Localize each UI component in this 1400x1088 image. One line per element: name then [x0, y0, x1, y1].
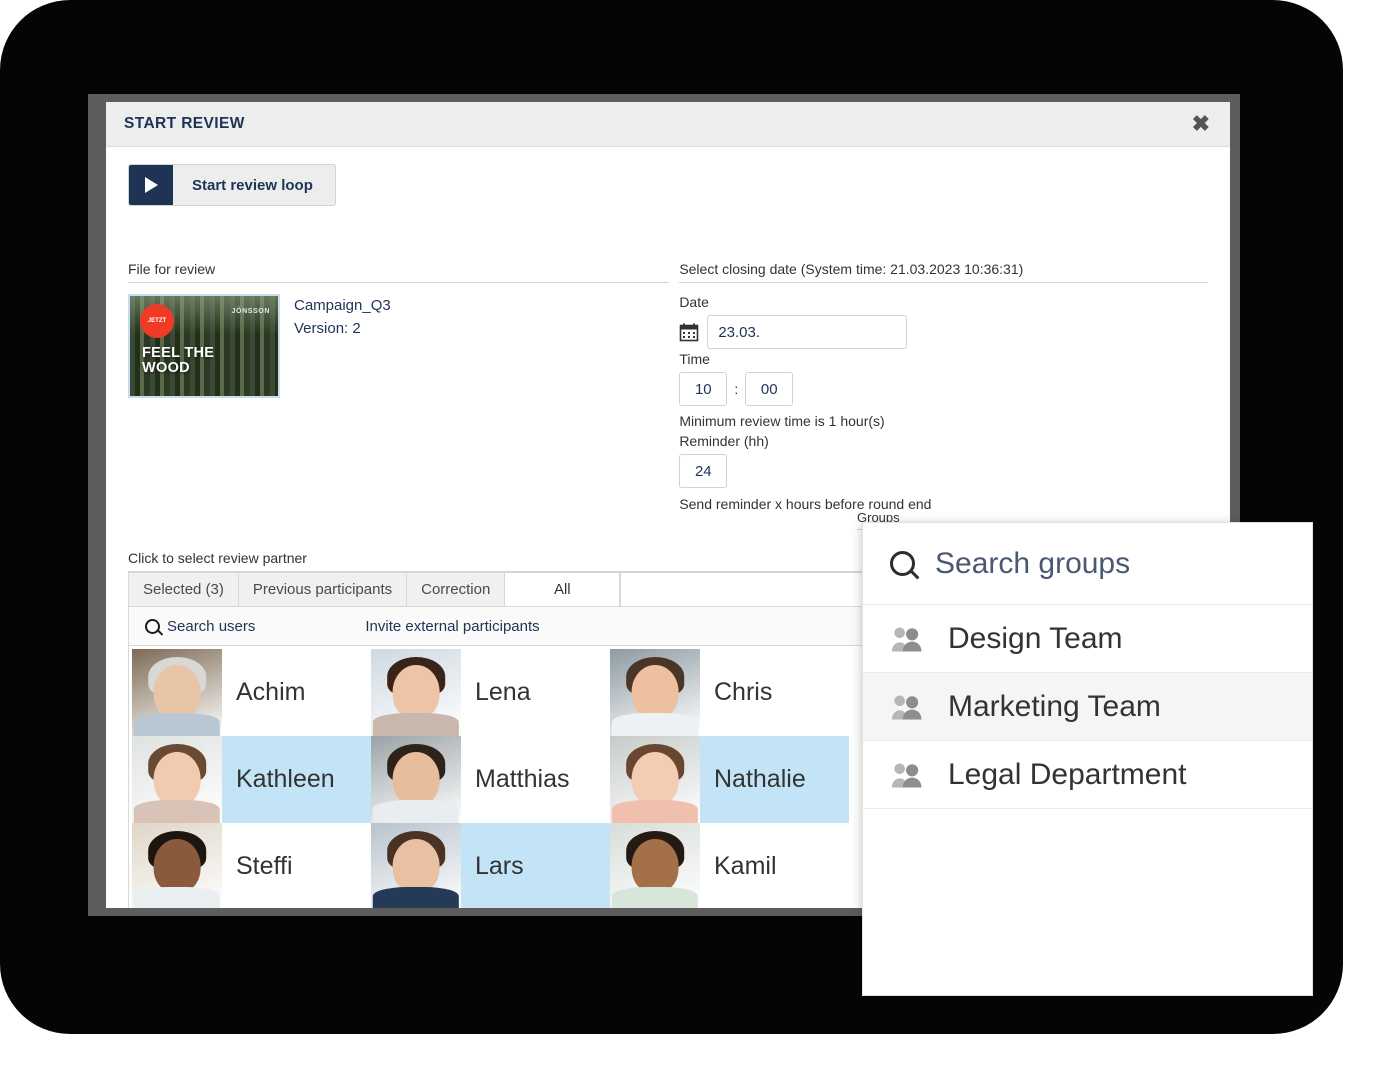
user-name: Steffi: [236, 852, 293, 880]
file-section-heading: File for review: [128, 261, 670, 283]
user-name: Lars: [461, 823, 610, 908]
search-users-button[interactable]: Search users: [129, 618, 255, 635]
thumbnail-headline-line2: WOOD: [142, 359, 190, 376]
avatar: [371, 649, 461, 736]
invite-external-label: Invite external participants: [365, 617, 540, 635]
closing-date-heading: Select closing date (System time: 21.03.…: [679, 261, 1208, 283]
start-review-loop-label: Start review loop: [192, 176, 313, 194]
avatar: [371, 823, 461, 908]
reminder-input[interactable]: [679, 454, 728, 488]
file-name: Campaign_Q3: [294, 297, 391, 314]
file-version: Version: 2: [294, 320, 361, 337]
file-for-review-section: File for review JETZT JÖNSSON FEEL THE W…: [128, 261, 670, 516]
group-icon: [890, 625, 928, 653]
tab-selected[interactable]: Selected (3): [129, 573, 239, 606]
file-thumbnail[interactable]: JETZT JÖNSSON FEEL THE WOOD: [128, 294, 280, 398]
search-icon: [145, 618, 160, 634]
user-name: Lena: [475, 678, 531, 706]
minimum-review-note: Minimum review time is 1 hour(s): [679, 413, 885, 429]
group-label: Marketing Team: [948, 689, 1161, 723]
user-name: Nathalie: [700, 736, 849, 823]
user-grid: Achim Lena Chris Kathleen Matthias Natha…: [132, 649, 849, 908]
closing-date-section: Select closing date (System time: 21.03.…: [679, 261, 1208, 516]
tab-previous-participants[interactable]: Previous participants: [238, 573, 408, 606]
time-label: Time: [679, 351, 710, 367]
avatar: [610, 649, 700, 736]
user-name: Chris: [714, 678, 773, 706]
user-name: Kathleen: [222, 736, 371, 823]
groups-dropdown-panel: Search groups Design Team Marketing Team…: [862, 522, 1313, 996]
calendar-icon[interactable]: [679, 322, 699, 342]
thumbnail-headline: FEEL THE WOOD: [142, 344, 215, 376]
user-name: Achim: [236, 678, 306, 706]
avatar: [132, 736, 222, 823]
user-cell[interactable]: Matthias: [371, 736, 610, 823]
user-name: Matthias: [475, 765, 570, 793]
user-cell[interactable]: Chris: [610, 649, 849, 736]
play-icon: [129, 165, 173, 205]
groups-search-placeholder: Search groups: [935, 546, 1131, 580]
group-icon: [890, 761, 928, 789]
group-icon: [890, 693, 928, 721]
avatar: [610, 736, 700, 823]
tab-correction[interactable]: Correction: [407, 573, 506, 606]
time-hours-input[interactable]: [679, 372, 728, 406]
avatar: [132, 649, 222, 736]
date-label: Date: [679, 294, 709, 310]
page-root: START REVIEW ✖ Start review loop File fo…: [0, 0, 1400, 1088]
search-users-label: Search users: [167, 617, 256, 635]
user-cell[interactable]: Steffi: [132, 823, 371, 908]
file-info: JETZT JÖNSSON FEEL THE WOOD Campaign_Q3 …: [128, 294, 669, 398]
thumbnail-badge: JETZT: [140, 304, 174, 338]
avatar: [132, 823, 222, 908]
user-cell[interactable]: Kamil: [610, 823, 849, 908]
dialog-titlebar: START REVIEW ✖: [106, 102, 1230, 147]
close-icon[interactable]: ✖: [1188, 111, 1214, 137]
group-item-design-team[interactable]: Design Team: [863, 605, 1312, 673]
dialog-columns: File for review JETZT JÖNSSON FEEL THE W…: [128, 261, 1208, 516]
tab-all[interactable]: All: [505, 573, 621, 606]
start-review-loop-button[interactable]: Start review loop: [128, 164, 336, 206]
group-item-legal-department[interactable]: Legal Department: [863, 741, 1312, 809]
time-minutes-input[interactable]: [745, 372, 794, 406]
user-name: Kamil: [714, 852, 777, 880]
groups-search-row[interactable]: Search groups: [863, 523, 1312, 605]
avatar: [610, 823, 700, 908]
date-input[interactable]: [707, 315, 908, 349]
user-cell[interactable]: Lena: [371, 649, 610, 736]
user-cell[interactable]: Kathleen: [132, 736, 371, 823]
invite-external-participants-button[interactable]: Invite external participants: [365, 618, 539, 635]
user-cell[interactable]: Nathalie: [610, 736, 849, 823]
page-title: START REVIEW: [124, 115, 245, 132]
time-separator: :: [734, 381, 739, 397]
time-row: :: [679, 372, 1208, 406]
thumbnail-brand: JÖNSSON: [231, 308, 270, 315]
search-icon: [890, 551, 915, 576]
group-label: Design Team: [948, 621, 1123, 655]
group-label: Legal Department: [948, 757, 1187, 791]
group-item-marketing-team[interactable]: Marketing Team: [863, 673, 1312, 741]
date-row: [679, 315, 1208, 349]
reminder-label: Reminder (hh): [679, 433, 769, 449]
user-cell[interactable]: Lars: [371, 823, 610, 908]
avatar: [371, 736, 461, 823]
file-metadata: Campaign_Q3 Version: 2: [294, 294, 391, 398]
thumbnail-headline-line1: FEEL THE: [142, 344, 215, 361]
user-cell[interactable]: Achim: [132, 649, 371, 736]
